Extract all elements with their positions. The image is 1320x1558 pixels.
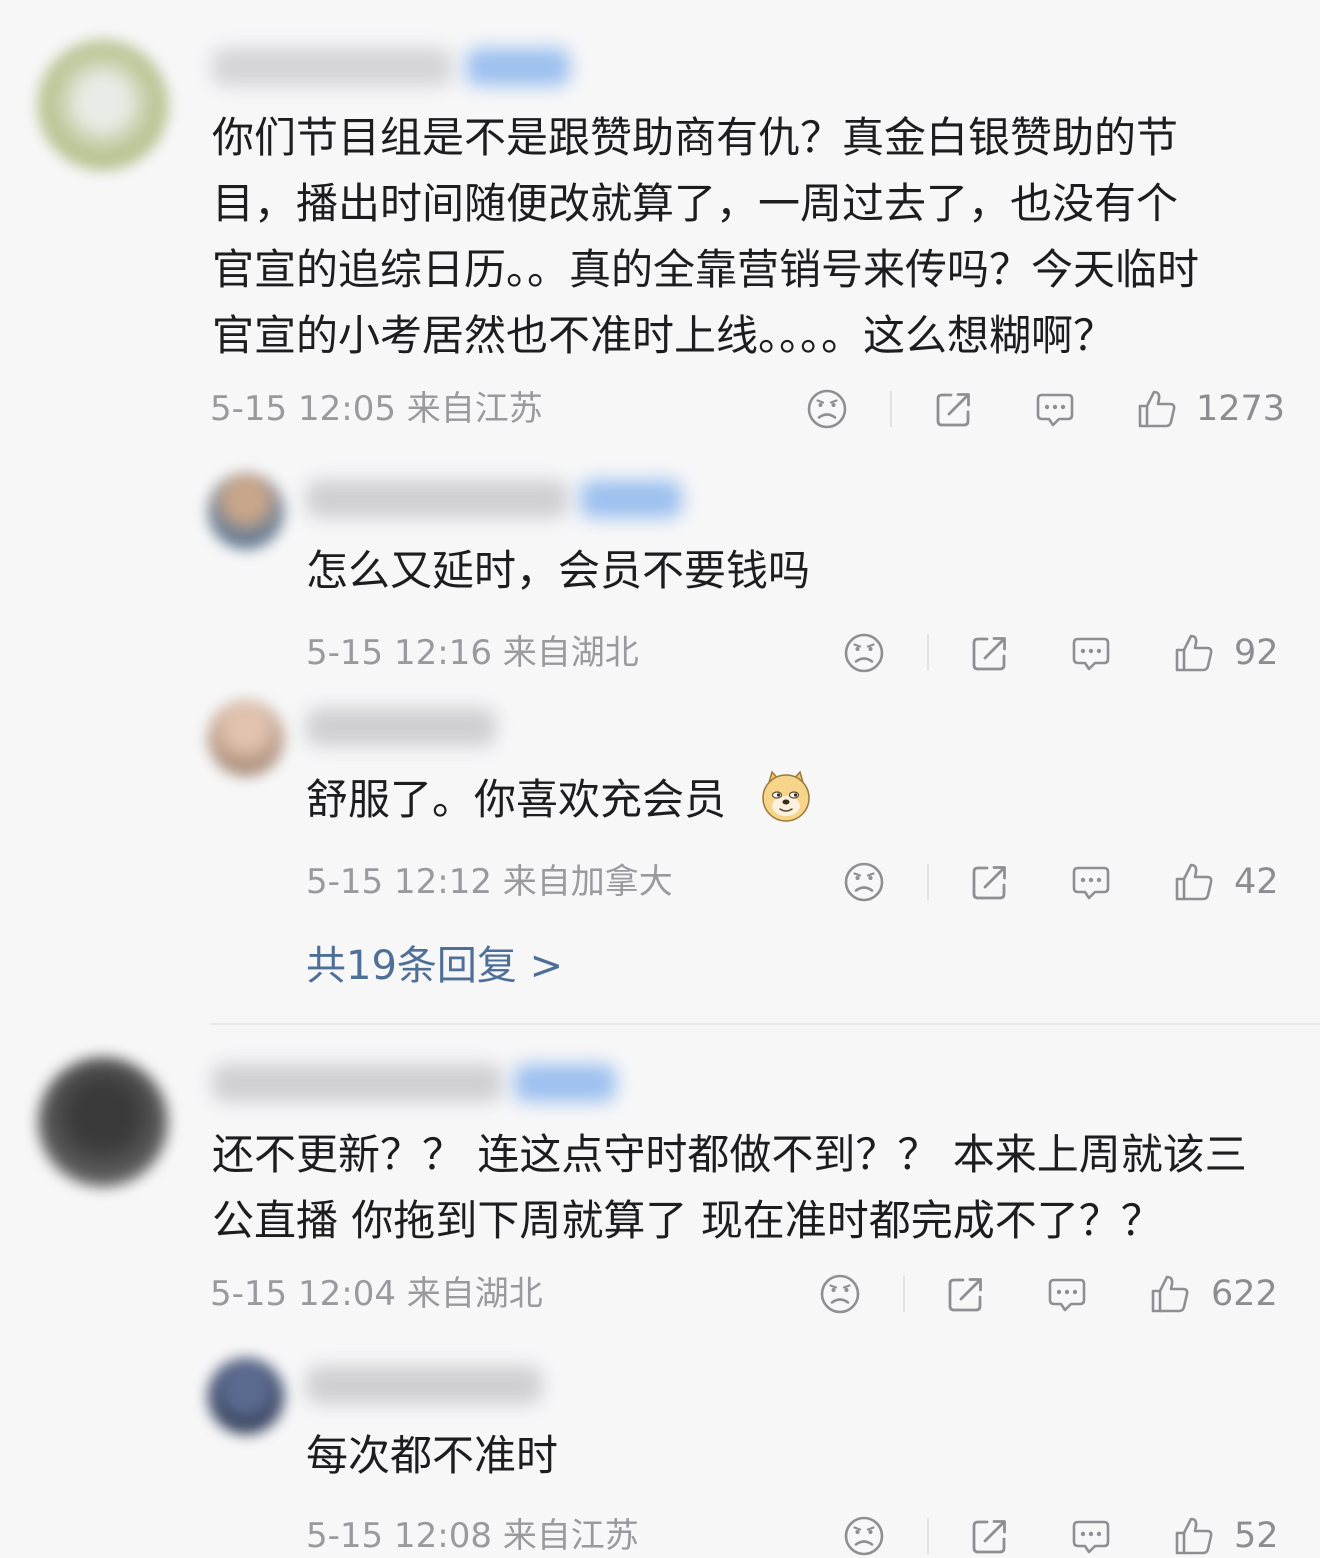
thumbs-up-icon[interactable]: [1148, 1272, 1192, 1316]
like-count: 52: [1234, 1516, 1279, 1556]
comment-body: 你们节目组是不是跟赞助商有仇？真金白银赞助的节 目，播出时间随便改就算了，一周过…: [212, 105, 1199, 369]
thumbs-up-icon[interactable]: [1172, 631, 1216, 675]
comment-icon[interactable]: [1033, 387, 1077, 431]
avatar[interactable]: [208, 1358, 284, 1434]
comment-icon[interactable]: [1069, 631, 1113, 675]
comment-line: 目，播出时间随便改就算了，一周过去了，也没有个: [212, 179, 1179, 228]
username-blurred[interactable]: [212, 1064, 502, 1102]
reply-meta: 5-15 12:16 来自湖北: [306, 633, 639, 673]
like-count: 42: [1234, 862, 1279, 902]
divider: [903, 1276, 905, 1312]
comment-icon[interactable]: [1045, 1272, 1089, 1316]
share-icon[interactable]: [968, 860, 1012, 904]
like-count: 92: [1234, 633, 1279, 673]
thumbs-up-icon[interactable]: [1172, 860, 1216, 904]
divider: [890, 391, 892, 427]
avatar[interactable]: [38, 1057, 168, 1187]
reply-meta: 5-15 12:08 来自江苏: [306, 1516, 639, 1556]
comment-line: 还不更新？？ 连这点守时都做不到？？ 本来上周就该三: [212, 1130, 1247, 1179]
username-blurred[interactable]: [306, 480, 568, 518]
divider: [927, 864, 929, 900]
divider: [927, 1518, 929, 1554]
like-count: 1273: [1196, 389, 1286, 429]
comment-meta: 5-15 12:05 来自江苏: [210, 389, 543, 429]
share-icon[interactable]: [968, 631, 1012, 675]
share-icon[interactable]: [968, 1514, 1012, 1558]
dislike-face-icon[interactable]: [842, 1514, 886, 1558]
comment-icon[interactable]: [1069, 1514, 1113, 1558]
vip-badge: [466, 48, 570, 86]
reply-text: 舒服了。你喜欢充会员: [306, 775, 727, 824]
avatar[interactable]: [38, 40, 168, 170]
vip-badge: [580, 480, 682, 518]
username-blurred[interactable]: [306, 1366, 542, 1404]
dislike-face-icon[interactable]: [805, 387, 849, 431]
doge-emoji: [758, 768, 814, 824]
reply-text: 每次都不准时: [306, 1431, 559, 1480]
dislike-face-icon[interactable]: [818, 1272, 862, 1316]
comment-line: 官宣的小考居然也不准时上线。。。。这么想糊啊？: [212, 311, 1116, 360]
comment-divider: [210, 1023, 1320, 1025]
comment-line: 你们节目组是不是跟赞助商有仇？真金白银赞助的节: [212, 113, 1179, 162]
share-icon[interactable]: [944, 1272, 988, 1316]
username-blurred[interactable]: [306, 708, 496, 746]
comment-meta: 5-15 12:04 来自湖北: [210, 1274, 543, 1314]
dislike-face-icon[interactable]: [842, 860, 886, 904]
comment-line: 公直播 你拖到下周就算了 现在准时都完成不了？？: [212, 1196, 1163, 1245]
thumbs-up-icon[interactable]: [1135, 387, 1179, 431]
like-count: 622: [1211, 1274, 1278, 1314]
comment-line: 官宣的追综日历。。真的全靠营销号来传吗？今天临时: [212, 245, 1200, 294]
reply-text: 怎么又延时，会员不要钱吗: [306, 546, 811, 595]
divider: [927, 635, 929, 671]
more-replies-link[interactable]: 共19条回复 >: [306, 942, 563, 990]
comment-body: 还不更新？？ 连这点守时都做不到？？ 本来上周就该三 公直播 你拖到下周就算了 …: [212, 1122, 1247, 1254]
avatar[interactable]: [208, 700, 284, 776]
username-blurred[interactable]: [212, 48, 452, 86]
vip-badge: [514, 1064, 616, 1102]
thumbs-up-icon[interactable]: [1172, 1514, 1216, 1558]
reply-meta: 5-15 12:12 来自加拿大: [306, 862, 673, 902]
avatar[interactable]: [208, 473, 284, 549]
share-icon[interactable]: [932, 387, 976, 431]
dislike-face-icon[interactable]: [842, 631, 886, 675]
comment-icon[interactable]: [1069, 860, 1113, 904]
